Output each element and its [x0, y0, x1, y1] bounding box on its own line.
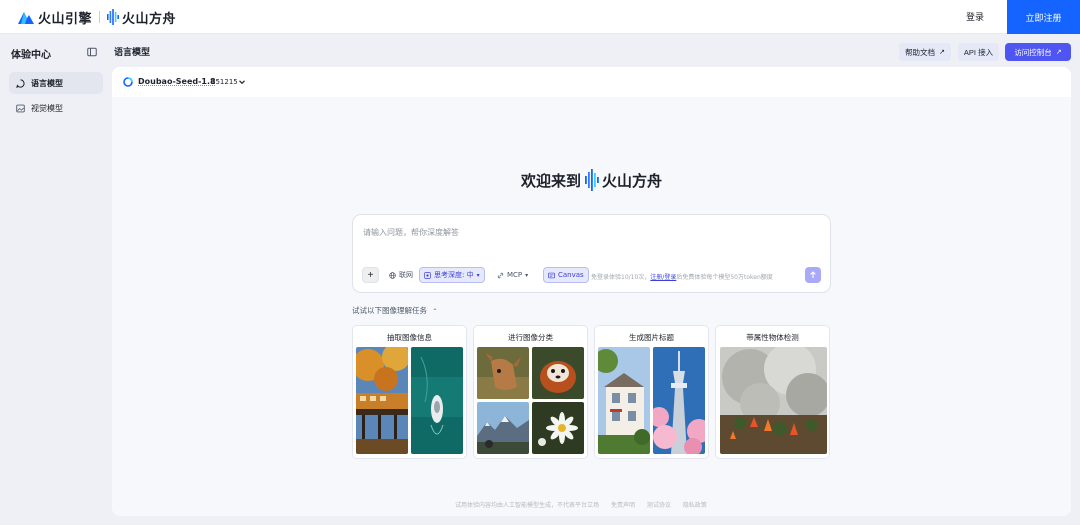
- canvas-toggle[interactable]: Canvas: [543, 267, 589, 283]
- terms-link[interactable]: 免责声明: [611, 502, 635, 509]
- task-card-extract-info[interactable]: 抽取图像信息: [352, 325, 467, 459]
- console-label: 访问控制台: [1014, 47, 1052, 57]
- trial-hint-suffix: 后免费体验每个模型50万token额度: [676, 274, 773, 281]
- task-card-title: 抽取图像信息: [387, 333, 432, 342]
- brand-ark-name: 火山方舟: [122, 11, 177, 27]
- main-panel: Doubao-Seed-1.8 251215 欢迎来到 火山方舟 + 联网: [112, 67, 1071, 516]
- model-version[interactable]: 251215: [211, 78, 238, 86]
- help-docs-button[interactable]: 帮助文档 ↗: [899, 43, 951, 61]
- page-title: 语言模型: [114, 48, 151, 58]
- image-icon: [16, 104, 25, 112]
- doubao-model-icon: [123, 77, 133, 87]
- sidebar-item-label: 视觉模型: [31, 103, 63, 113]
- sidebar-item-vision-model[interactable]: 视觉模型: [9, 97, 103, 119]
- chat-input-card: + 联网 思考深度: 中 ▾ MCP ▾: [352, 214, 831, 293]
- task-card-title: 生成图片标题: [629, 333, 674, 342]
- brand-engine-name: 火山引擎: [38, 11, 93, 27]
- web-search-toggle[interactable]: 联网: [386, 267, 416, 283]
- globe-icon: [389, 271, 396, 279]
- top-navigation-bar: 火山引擎 火山方舟 登录 立即注册: [0, 0, 1080, 34]
- sidebar-item-label: 语言模型: [31, 78, 63, 88]
- chat-bubble-icon: [16, 78, 25, 88]
- external-link-icon: ↗: [939, 49, 945, 56]
- mountain-image: [477, 402, 529, 454]
- api-access-label: API 接入: [963, 47, 994, 57]
- ark-logo-icon: [585, 169, 599, 191]
- welcome-prefix: 欢迎来到: [521, 171, 582, 190]
- external-link-icon: ↗: [1055, 49, 1062, 56]
- mcp-link-icon: [497, 272, 504, 278]
- sidebar-collapse-icon[interactable]: [87, 47, 97, 57]
- red-panda-image: [532, 347, 584, 399]
- chevron-down-icon[interactable]: [238, 78, 246, 86]
- thinking-depth-label: 思考深度: 中: [434, 271, 474, 279]
- tower-blossom-image: [653, 347, 705, 454]
- wildfire-image: [720, 347, 827, 454]
- task-card-detection[interactable]: 带属性物体检测: [715, 325, 830, 459]
- sidebar-item-language-model[interactable]: 语言模型: [9, 72, 103, 94]
- register-login-link[interactable]: 注册/登录: [650, 274, 676, 281]
- model-name[interactable]: Doubao-Seed-1.8: [138, 77, 216, 86]
- deer-image: [477, 347, 529, 399]
- model-selector-bar: Doubao-Seed-1.8 251215: [112, 67, 1071, 97]
- sidebar-title: 体验中心: [11, 50, 51, 61]
- canvas-label: Canvas: [558, 271, 584, 279]
- boat-water-image: [411, 347, 463, 454]
- trial-hint: 免登录体验10/10次，注册/登录后免费体验每个模型50万token额度: [591, 272, 791, 281]
- task-card-classify[interactable]: 进行图像分类: [473, 325, 588, 459]
- train-bridge-image: [356, 347, 408, 454]
- task-card-title: 进行图像分类: [508, 333, 553, 342]
- sidebar: 体验中心 语言模型 视觉模型: [0, 34, 112, 525]
- chevron-up-icon: ⌃: [432, 308, 438, 315]
- mcp-select[interactable]: MCP ▾: [494, 267, 531, 283]
- welcome-brand: 火山方舟: [602, 171, 663, 190]
- chevron-down-icon: ▾: [525, 271, 529, 279]
- test-agreement-link[interactable]: 测试协议: [647, 502, 671, 509]
- web-search-label: 联网: [399, 271, 413, 279]
- send-button[interactable]: [805, 267, 821, 283]
- thinking-icon: [424, 271, 431, 279]
- brand-logo[interactable]: 火山引擎 火山方舟: [18, 8, 177, 27]
- add-attachment-button[interactable]: +: [362, 267, 379, 283]
- task-card-title: 带属性物体检测: [746, 333, 799, 342]
- volcano-engine-logo-icon: [18, 12, 34, 24]
- welcome-heading: 欢迎来到 火山方舟: [521, 165, 671, 195]
- brand-divider: [99, 11, 101, 23]
- chevron-down-icon: ▾: [476, 271, 480, 279]
- footer-disclaimer: 试用体验内容均由人工智能模型生成，不代表平台立场: [455, 502, 600, 509]
- login-link[interactable]: 登录: [966, 10, 984, 23]
- chat-input[interactable]: [363, 225, 818, 239]
- task-card-caption[interactable]: 生成图片标题: [594, 325, 709, 459]
- house-image: [598, 347, 650, 454]
- canvas-icon: [548, 272, 555, 278]
- footer: 试用体验内容均由人工智能模型生成，不代表平台立场 免责声明 测试协议 隐私政策: [455, 500, 717, 509]
- api-access-button[interactable]: API 接入: [958, 43, 999, 61]
- ark-logo-icon: [107, 9, 120, 25]
- help-docs-label: 帮助文档: [905, 47, 936, 57]
- thinking-depth-select[interactable]: 思考深度: 中 ▾: [419, 267, 485, 283]
- task-suggestions-toggle[interactable]: 试试以下图像理解任务 ⌃: [352, 305, 437, 316]
- task-suggestions-label: 试试以下图像理解任务: [352, 306, 427, 315]
- trial-hint-prefix: 免登录体验10/10次，: [591, 274, 651, 281]
- mcp-label: MCP: [507, 271, 523, 279]
- arrow-up-icon: [810, 271, 816, 278]
- daisy-flower-image: [532, 402, 584, 454]
- privacy-link[interactable]: 隐私政策: [683, 502, 707, 509]
- signup-button[interactable]: 立即注册: [1007, 0, 1080, 34]
- plus-icon: +: [367, 269, 374, 281]
- console-button[interactable]: 访问控制台 ↗: [1005, 43, 1071, 61]
